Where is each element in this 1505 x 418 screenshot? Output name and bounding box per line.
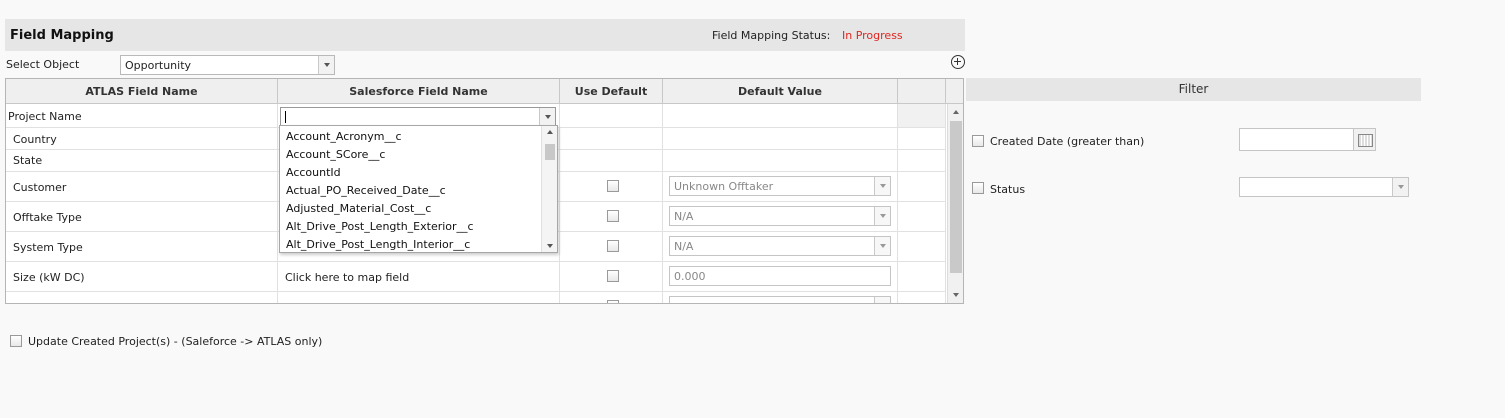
dropdown-option[interactable]: Adjusted_Material_Cost__c <box>286 202 431 215</box>
dropdown-scrollbar[interactable] <box>541 126 557 252</box>
default-value-text: N/A <box>674 240 694 253</box>
column-header-atlas[interactable]: ATLAS Field Name <box>6 79 278 104</box>
created-date-label: Created Date (greater than) <box>990 135 1145 148</box>
grid-header: ATLAS Field Name Salesforce Field Name U… <box>6 79 963 104</box>
select-object-dropdown[interactable]: Opportunity <box>120 55 335 75</box>
chevron-down-icon[interactable] <box>874 237 890 255</box>
update-created-projects-label: Update Created Project(s) - (Saleforce -… <box>28 335 323 348</box>
scroll-down-icon[interactable] <box>547 244 553 248</box>
chevron-down-icon[interactable] <box>874 177 890 195</box>
column-header-default-value[interactable]: Default Value <box>663 79 898 104</box>
atlas-field-name: Size (kW DC) <box>13 271 85 284</box>
salesforce-field-dropdown-list[interactable]: Account_Acronym__c Account_SCore__c Acco… <box>279 125 558 253</box>
status-checkbox[interactable] <box>972 182 984 194</box>
dropdown-option[interactable]: Alt_Drive_Post_Length_Exterior__c <box>286 220 474 233</box>
filter-header: Filter <box>966 78 1421 101</box>
atlas-field-name: System Type <box>13 241 83 254</box>
scrollbar-thumb[interactable] <box>545 144 555 160</box>
default-value-select[interactable]: Unknown Offtaker <box>669 176 891 196</box>
use-default-checkbox[interactable] <box>607 270 619 282</box>
salesforce-field-input[interactable] <box>280 107 556 126</box>
scroll-down-icon[interactable] <box>953 293 959 297</box>
status-value: In Progress <box>842 29 903 42</box>
calendar-icon[interactable] <box>1353 129 1375 150</box>
status-label: Field Mapping Status: <box>712 29 831 42</box>
chevron-down-icon[interactable] <box>318 56 334 74</box>
created-date-input[interactable] <box>1239 128 1376 151</box>
text-caret <box>285 111 286 123</box>
atlas-field-name: State <box>13 154 43 167</box>
default-value-select[interactable]: N/A <box>669 236 891 256</box>
field-mapping-header: Field Mapping Field Mapping Status: In P… <box>5 19 965 51</box>
dropdown-option[interactable]: Alt_Drive_Post_Length_Interior__c <box>286 238 470 251</box>
use-default-checkbox[interactable] <box>607 300 619 303</box>
table-row[interactable] <box>6 292 946 303</box>
chevron-down-icon[interactable] <box>539 108 555 125</box>
dropdown-option[interactable]: Account_SCore__c <box>286 148 385 161</box>
scroll-up-icon[interactable] <box>547 130 553 134</box>
column-header-use-default[interactable]: Use Default <box>560 79 663 104</box>
scrollbar-thumb[interactable] <box>950 121 962 273</box>
atlas-field-name: Customer <box>13 181 67 194</box>
table-row[interactable]: Size (kW DC) Click here to map field 0.0… <box>6 262 946 292</box>
atlas-field-name: Project Name <box>8 110 82 123</box>
status-filter-label: Status <box>990 183 1026 196</box>
update-created-projects-checkbox[interactable] <box>10 335 22 347</box>
add-circle-icon[interactable] <box>951 55 965 69</box>
chevron-down-icon[interactable] <box>874 297 890 303</box>
default-value-select[interactable]: N/A <box>669 206 891 226</box>
use-default-checkbox[interactable] <box>607 210 619 222</box>
created-date-checkbox[interactable] <box>972 135 984 147</box>
atlas-field-name: Country <box>13 133 57 146</box>
default-value-text: 0.000 <box>674 270 706 283</box>
grid-scrollbar[interactable] <box>947 104 963 303</box>
atlas-field-name: Offtake Type <box>13 211 82 224</box>
dropdown-option[interactable]: Account_Acronym__c <box>286 130 402 143</box>
map-field-link[interactable]: Click here to map field <box>285 271 409 284</box>
default-value-text: Unknown Offtaker <box>674 180 774 193</box>
chevron-down-icon[interactable] <box>1392 178 1408 196</box>
select-object-value: Opportunity <box>125 59 192 72</box>
default-value-select[interactable] <box>669 296 891 303</box>
column-header-extra <box>898 79 946 104</box>
status-select[interactable] <box>1239 177 1409 197</box>
chevron-down-icon[interactable] <box>874 207 890 225</box>
dropdown-option[interactable]: AccountId <box>286 166 341 179</box>
scroll-up-icon[interactable] <box>953 110 959 114</box>
page-title: Field Mapping <box>10 28 114 43</box>
default-value-input[interactable]: 0.000 <box>669 266 891 286</box>
use-default-checkbox[interactable] <box>607 180 619 192</box>
select-object-label: Select Object <box>6 58 80 71</box>
default-value-text: N/A <box>674 210 694 223</box>
use-default-checkbox[interactable] <box>607 240 619 252</box>
dropdown-option[interactable]: Actual_PO_Received_Date__c <box>286 184 446 197</box>
column-header-salesforce[interactable]: Salesforce Field Name <box>278 79 560 104</box>
